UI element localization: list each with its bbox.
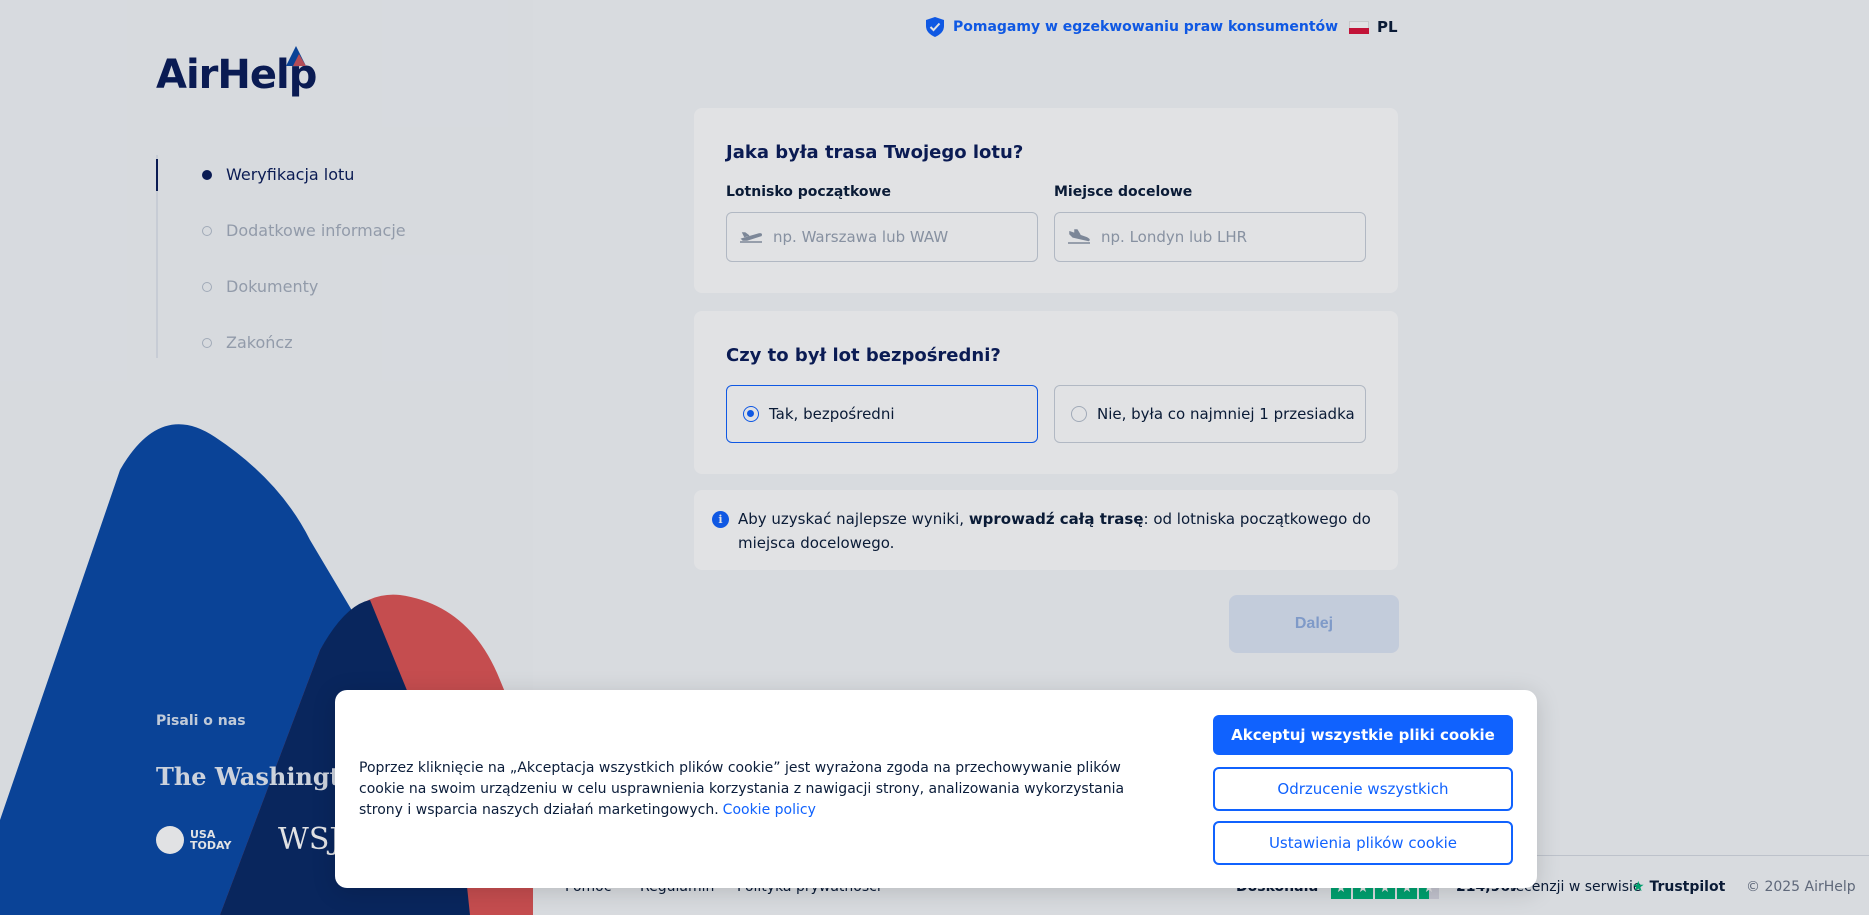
accept-all-cookies-button[interactable]: Akceptuj wszystkie pliki cookie xyxy=(1213,715,1513,755)
cookie-text: Poprzez kliknięcie na „Akceptacja wszyst… xyxy=(359,760,1125,818)
cookie-policy-link[interactable]: Cookie policy xyxy=(723,802,816,818)
cookie-banner: Poprzez kliknięcie na „Akceptacja wszyst… xyxy=(335,690,1537,888)
reject-all-cookies-button[interactable]: Odrzucenie wszystkich xyxy=(1213,767,1513,811)
cookie-settings-button[interactable]: Ustawienia plików cookie xyxy=(1213,821,1513,865)
